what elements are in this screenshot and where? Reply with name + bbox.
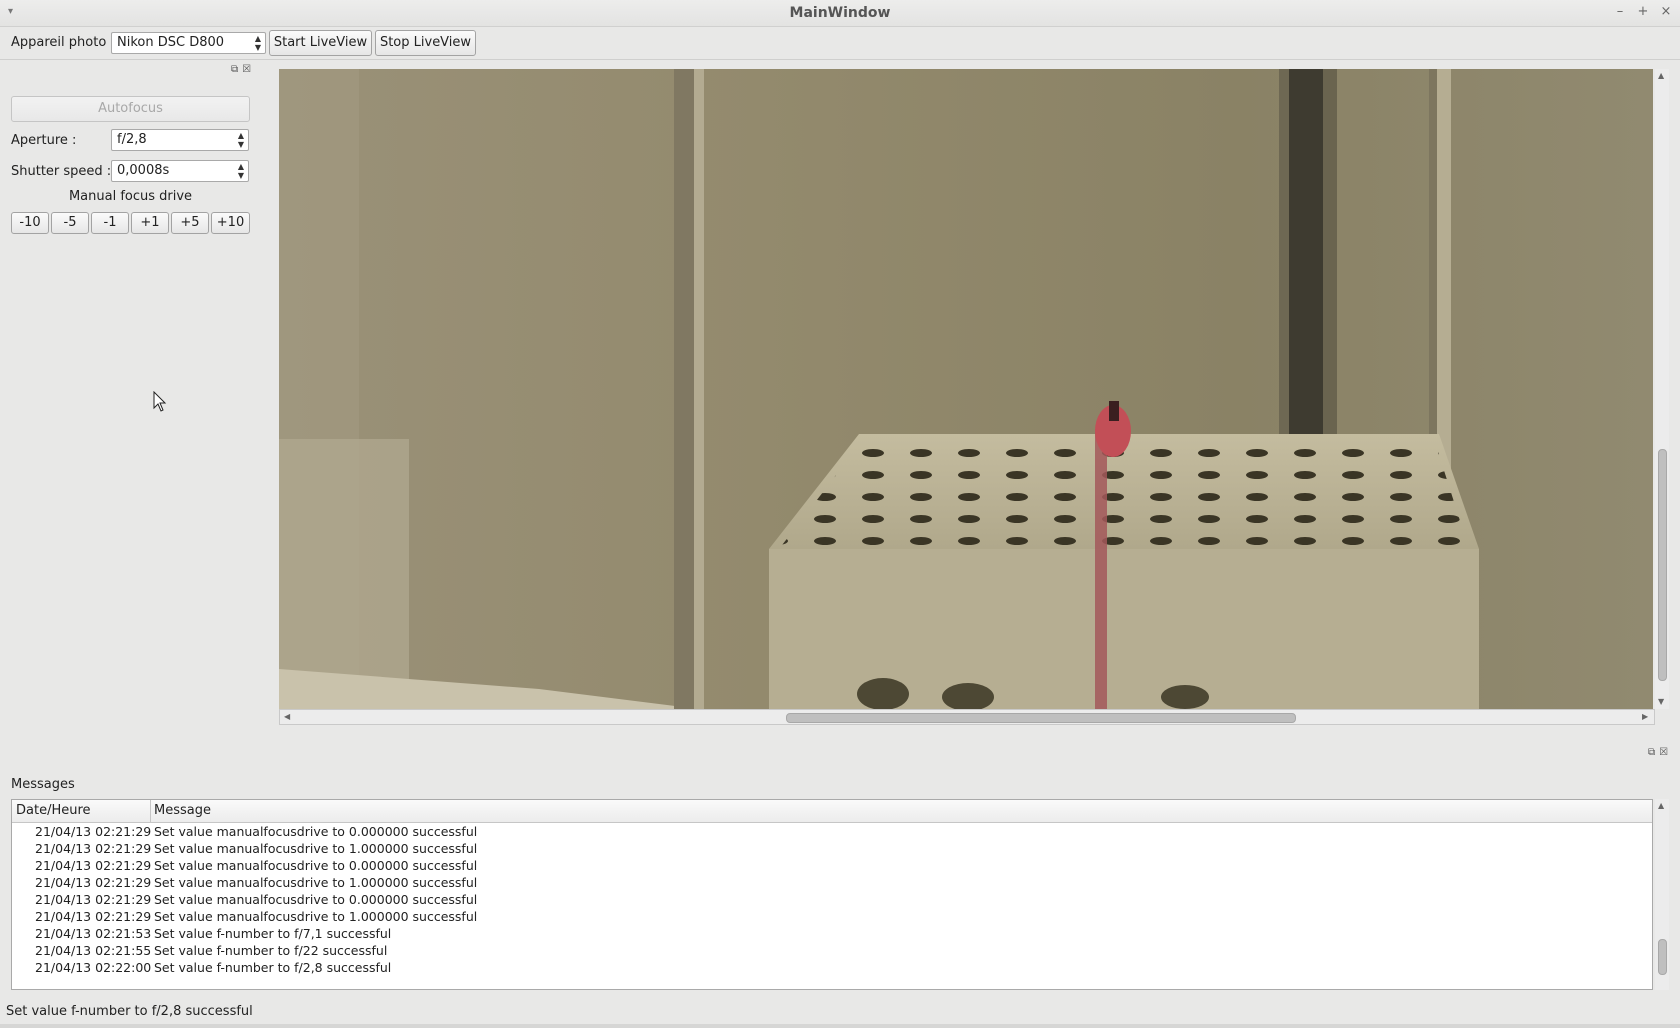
focus-minus-10-button[interactable]: -10	[11, 212, 49, 234]
focus-plus-10-button[interactable]: +10	[211, 212, 250, 234]
status-bar-text: Set value f-number to f/2,8 successful	[6, 1004, 253, 1019]
row-date: 21/04/13 02:22:00	[35, 960, 152, 975]
row-date: 21/04/13 02:21:29	[35, 858, 152, 873]
scroll-up-icon[interactable]: ▲	[1658, 801, 1664, 810]
shutter-speed-select-value: 0,0008s	[117, 163, 170, 178]
minimize-icon[interactable]: –	[1612, 4, 1628, 19]
messages-title: Messages	[11, 777, 75, 792]
liveview-vertical-scrollbar[interactable]: ▲ ▼	[1655, 69, 1669, 709]
messages-table[interactable]: Date/Heure Message 21/04/13 02:21:29 Set …	[11, 799, 1653, 990]
camera-select-value: Nikon DSC D800	[117, 35, 225, 50]
messages-vertical-scrollbar[interactable]: ▲	[1655, 799, 1669, 990]
mouse-cursor-icon	[153, 391, 167, 412]
aperture-select[interactable]: f/2,8 ▲ ▼	[111, 129, 249, 151]
scroll-up-icon[interactable]: ▲	[1658, 71, 1664, 80]
liveview-scene	[279, 69, 1653, 709]
focus-minus-1-button[interactable]: -1	[91, 212, 129, 234]
liveview-image[interactable]	[279, 69, 1653, 709]
aperture-label: Aperture :	[11, 133, 77, 148]
maximize-icon[interactable]: +	[1635, 4, 1651, 19]
row-message: Set value f-number to f/7,1 successful	[154, 926, 392, 941]
spin-arrows-icon: ▲ ▼	[237, 162, 244, 180]
row-message: Set value manualfocusdrive to 0.000000 s…	[154, 892, 478, 907]
spin-arrows-icon: ▲ ▼	[237, 131, 244, 149]
camera-select[interactable]: Nikon DSC D800 ▲ ▼	[111, 32, 266, 54]
window-title-bar: ▾ MainWindow – + ×	[0, 0, 1680, 27]
messages-dock-float-close-icons[interactable]: ⧉☒	[1648, 747, 1672, 758]
scroll-left-icon[interactable]: ◀	[284, 712, 290, 721]
shutter-speed-label: Shutter speed :	[11, 164, 112, 179]
close-icon[interactable]: ×	[1658, 4, 1674, 19]
autofocus-button[interactable]: Autofocus	[11, 96, 250, 122]
shutter-speed-select[interactable]: 0,0008s ▲ ▼	[111, 160, 249, 182]
messages-table-header: Date/Heure Message	[12, 800, 1652, 823]
row-date: 21/04/13 02:21:53	[35, 926, 152, 941]
column-header-message[interactable]: Message	[154, 803, 211, 818]
start-liveview-button[interactable]: Start LiveView	[269, 30, 372, 56]
column-header-date[interactable]: Date/Heure	[16, 803, 91, 818]
scrollbar-thumb[interactable]	[1658, 939, 1667, 975]
row-date: 21/04/13 02:21:29	[35, 841, 152, 856]
aperture-select-value: f/2,8	[117, 132, 147, 147]
column-divider[interactable]	[150, 800, 151, 822]
focus-minus-5-button[interactable]: -5	[51, 212, 89, 234]
focus-plus-5-button[interactable]: +5	[171, 212, 209, 234]
row-message: Set value f-number to f/22 successful	[154, 943, 388, 958]
camera-label: Appareil photo :	[11, 35, 115, 50]
scroll-right-icon[interactable]: ▶	[1642, 712, 1648, 721]
row-date: 21/04/13 02:21:29	[35, 824, 152, 839]
controls-dock: ⧉☒ Autofocus Aperture : f/2,8 ▲ ▼ Shutter…	[0, 60, 265, 720]
row-message: Set value manualfocusdrive to 0.000000 s…	[154, 824, 478, 839]
scroll-down-icon[interactable]: ▼	[1658, 697, 1664, 706]
row-message: Set value f-number to f/2,8 successful	[154, 960, 392, 975]
scrollbar-thumb[interactable]	[1658, 449, 1667, 681]
row-date: 21/04/13 02:21:29	[35, 875, 152, 890]
focus-plus-1-button[interactable]: +1	[131, 212, 169, 234]
dock-float-close-icons[interactable]: ⧉☒	[231, 64, 255, 75]
row-date: 21/04/13 02:21:29	[35, 892, 152, 907]
row-date: 21/04/13 02:21:29	[35, 909, 152, 924]
manual-focus-title: Manual focus drive	[68, 189, 193, 204]
liveview-horizontal-scrollbar[interactable]: ◀ ▶	[279, 709, 1655, 725]
row-message: Set value manualfocusdrive to 1.000000 s…	[154, 841, 478, 856]
spin-arrows-icon: ▲ ▼	[254, 34, 261, 52]
scrollbar-thumb[interactable]	[786, 713, 1296, 723]
row-message: Set value manualfocusdrive to 0.000000 s…	[154, 858, 478, 873]
row-message: Set value manualfocusdrive to 1.000000 s…	[154, 909, 478, 924]
row-message: Set value manualfocusdrive to 1.000000 s…	[154, 875, 478, 890]
window-bottom-edge	[0, 1024, 1680, 1028]
row-date: 21/04/13 02:21:55	[35, 943, 152, 958]
stop-liveview-button[interactable]: Stop LiveView	[375, 30, 476, 56]
window-title: MainWindow	[789, 5, 891, 21]
toolbar: Appareil photo : Nikon DSC D800 ▲ ▼ Start…	[0, 27, 1680, 60]
